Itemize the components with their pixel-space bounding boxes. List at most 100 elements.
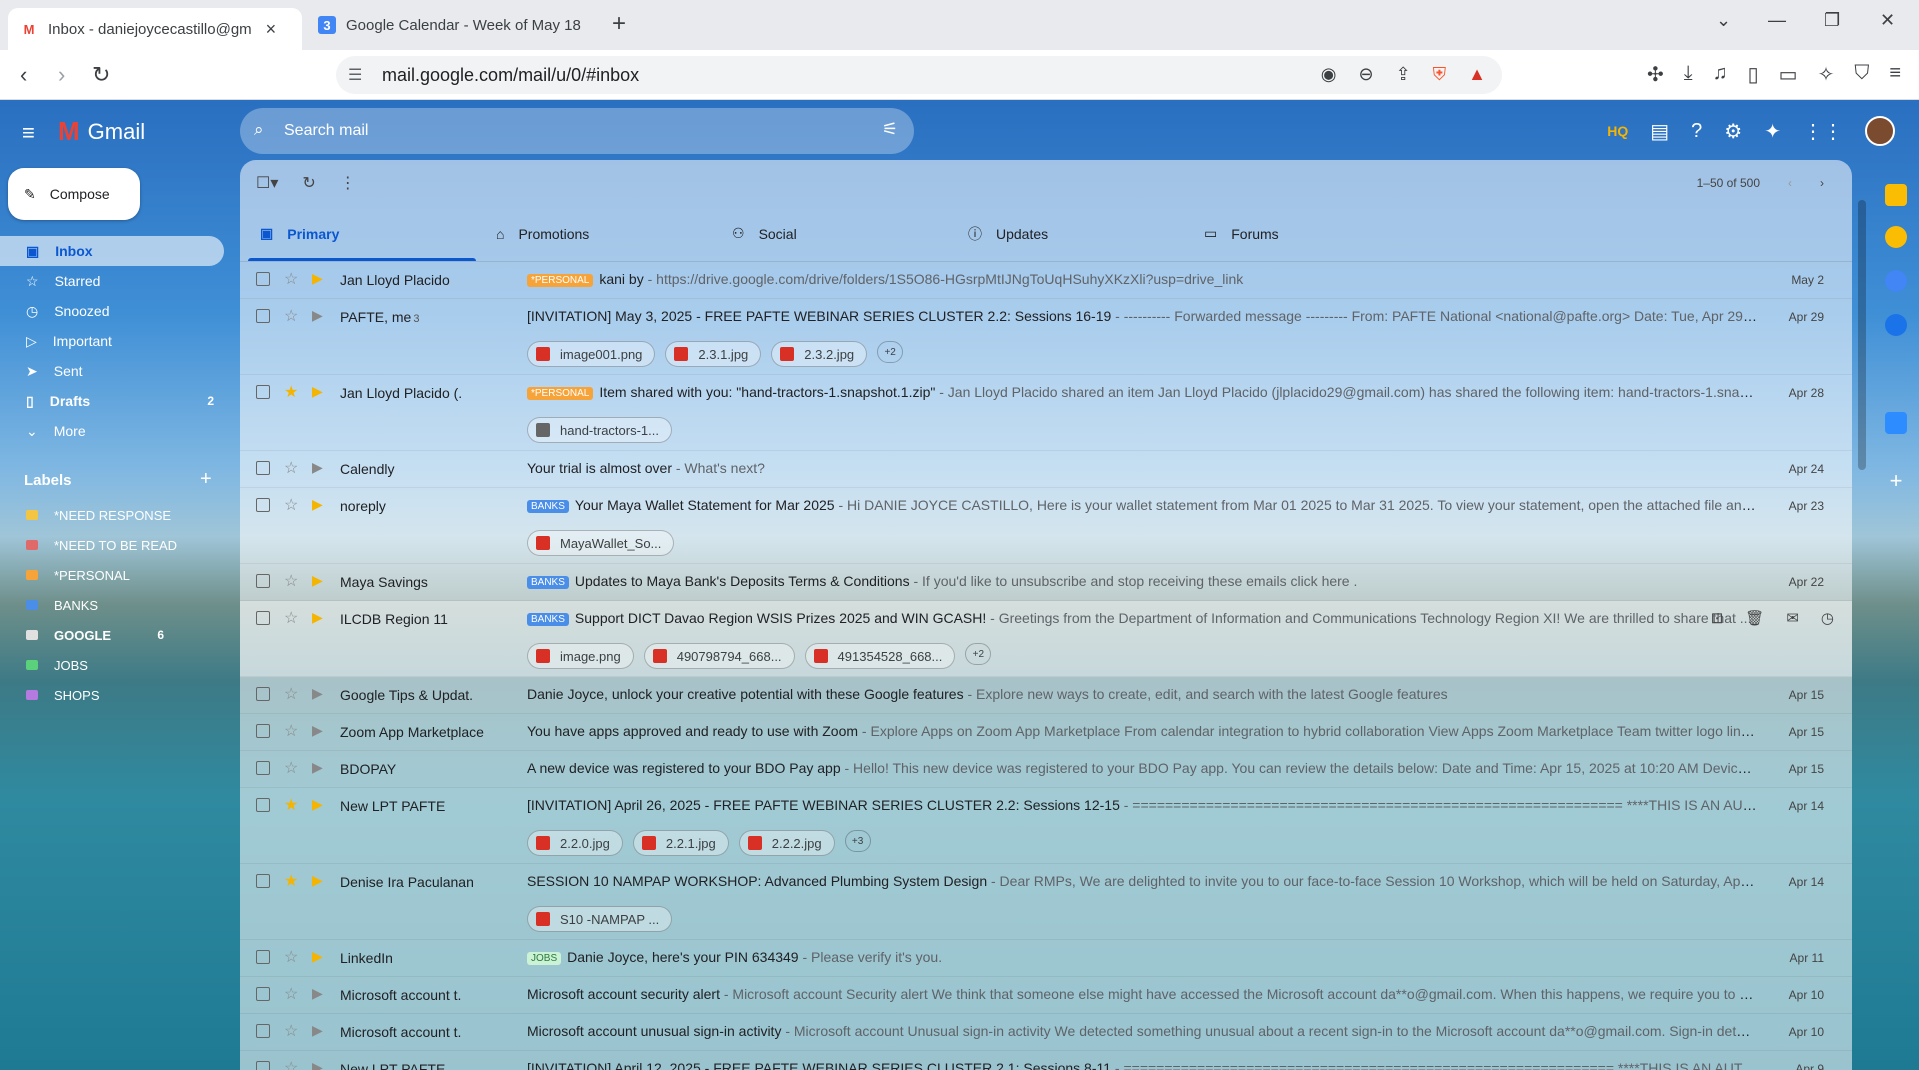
label-chip[interactable]: BANKS: [527, 500, 569, 513]
gemini-icon[interactable]: ✦: [1764, 119, 1781, 144]
back-icon[interactable]: ‹: [20, 62, 27, 88]
star-icon[interactable]: ☆: [284, 1058, 298, 1070]
email-row[interactable]: ☆ ▶ Microsoft account t. Microsoft account …: [240, 1014, 1852, 1051]
minimize-button[interactable]: —: [1768, 10, 1786, 31]
reload-icon[interactable]: ↻: [92, 62, 110, 88]
url-bar[interactable]: ☰ mail.google.com/mail/u/0/#inbox ◉ ⊖ ⇪ …: [336, 56, 1502, 94]
prev-page-icon[interactable]: ‹: [1788, 176, 1792, 190]
brave-shield-icon[interactable]: ⛨: [1433, 64, 1447, 85]
settings-icon[interactable]: ⚙: [1724, 119, 1742, 144]
add-addon-icon[interactable]: +: [1885, 470, 1907, 492]
help-icon[interactable]: ?: [1691, 120, 1702, 143]
nav-drafts[interactable]: ▯ Drafts 2: [0, 386, 224, 416]
star-icon[interactable]: ☆: [284, 684, 298, 704]
row-checkbox[interactable]: [256, 385, 270, 399]
attachment-chip[interactable]: 2.3.1.jpg: [665, 341, 762, 367]
mark-unread-icon[interactable]: ✉: [1786, 609, 1799, 627]
tab-social[interactable]: ⚇ Social: [712, 206, 948, 261]
row-checkbox[interactable]: [256, 724, 270, 738]
important-marker-icon[interactable]: ▶: [312, 270, 323, 287]
label-jobs[interactable]: JOBS: [0, 650, 224, 680]
maximize-button[interactable]: ❐: [1824, 10, 1840, 31]
row-checkbox[interactable]: [256, 987, 270, 1001]
important-marker-icon[interactable]: ▶: [312, 572, 323, 589]
hq-icon[interactable]: HQ: [1607, 123, 1628, 139]
eye-icon[interactable]: ◉: [1321, 64, 1337, 85]
site-info-icon[interactable]: ☰: [348, 65, 362, 85]
nav-snoozed[interactable]: ◷ Snoozed: [0, 296, 224, 326]
row-checkbox[interactable]: [256, 798, 270, 812]
email-row[interactable]: ★ ▶ New LPT PAFTE [INVITATION] April 26, 20…: [240, 788, 1852, 864]
email-row[interactable]: ☆ ▶ New LPT PAFTE [INVITATION] April 12, 20…: [240, 1051, 1852, 1070]
download-icon[interactable]: ⤓: [1684, 62, 1693, 87]
important-marker-icon[interactable]: ▶: [312, 759, 323, 776]
star-icon[interactable]: ★: [284, 871, 298, 891]
scrollbar[interactable]: [1858, 200, 1866, 470]
label-chip[interactable]: BANKS: [527, 613, 569, 626]
tab-updates[interactable]: ⓘ Updates: [948, 206, 1184, 261]
important-marker-icon[interactable]: ▶: [312, 722, 323, 739]
row-checkbox[interactable]: [256, 574, 270, 588]
attachment-chip[interactable]: image.png: [527, 643, 634, 669]
important-marker-icon[interactable]: ▶: [312, 307, 323, 324]
select-all-checkbox[interactable]: ☐▾: [256, 173, 278, 193]
window-close-button[interactable]: ✕: [1880, 10, 1895, 31]
star-icon[interactable]: ★: [284, 795, 298, 815]
attachment-chip[interactable]: MayaWallet_So...: [527, 530, 675, 556]
attachment-chip[interactable]: hand-tractors-1...: [527, 417, 672, 443]
email-row[interactable]: ★ ▶ Denise Ira Paculanan SESSION 10 NAMPAP …: [240, 864, 1852, 940]
important-marker-icon[interactable]: ▶: [312, 609, 323, 626]
nav-sent[interactable]: ➤ Sent: [0, 356, 224, 386]
email-row[interactable]: ☆ ▶ noreply BANKS Your Maya Wallet Statement…: [240, 488, 1852, 564]
menu-icon[interactable]: ≡: [1889, 62, 1901, 87]
forward-icon[interactable]: ›: [58, 62, 65, 88]
star-icon[interactable]: ★: [284, 382, 298, 402]
nav-more[interactable]: ⌄ More: [0, 416, 224, 446]
attachment-chip[interactable]: 2.2.0.jpg: [527, 830, 623, 856]
more-attachments-chip[interactable]: +2: [877, 341, 904, 363]
delete-icon[interactable]: 🗑: [1745, 609, 1764, 627]
label-need-response[interactable]: *NEED RESPONSE: [0, 500, 224, 530]
search-bar[interactable]: ⌕ Search mail ⚟: [240, 108, 914, 154]
important-marker-icon[interactable]: ▶: [312, 1059, 323, 1070]
archive-icon[interactable]: ⊡: [1711, 609, 1724, 627]
tasks-icon[interactable]: [1885, 270, 1907, 292]
row-checkbox[interactable]: [256, 309, 270, 323]
gmail-logo[interactable]: M Gmail: [58, 116, 145, 147]
calendar-addon-icon[interactable]: [1885, 184, 1907, 206]
docs-icon[interactable]: ▤: [1650, 119, 1669, 144]
attachment-chip[interactable]: 2.2.1.jpg: [632, 830, 729, 856]
important-marker-icon[interactable]: ▶: [312, 796, 323, 813]
email-row[interactable]: ☆ ▶ ILCDB Region 11 BANKS Support DICT Davao…: [240, 601, 1852, 677]
zoom-icon[interactable]: ⊖: [1358, 64, 1373, 85]
share-icon[interactable]: ⇪: [1396, 64, 1411, 85]
email-row[interactable]: ☆ ▶ PAFTE, me 3 [INVITATION] May 3, 2025 - F…: [240, 299, 1852, 375]
label-chip[interactable]: JOBS: [527, 952, 562, 965]
row-checkbox[interactable]: [256, 1024, 270, 1038]
leo-icon[interactable]: ✧: [1818, 62, 1835, 87]
sidebar-icon[interactable]: ▯: [1748, 62, 1759, 87]
important-marker-icon[interactable]: ▶: [312, 1022, 323, 1039]
attachment-chip[interactable]: S10 -NAMPAP ...: [527, 906, 673, 932]
label-banks[interactable]: BANKS: [0, 590, 224, 620]
important-marker-icon[interactable]: ▶: [312, 985, 323, 1002]
search-input[interactable]: Search mail: [284, 122, 368, 140]
star-icon[interactable]: ☆: [284, 721, 298, 741]
row-checkbox[interactable]: [256, 687, 270, 701]
nav-starred[interactable]: ☆ Starred: [0, 266, 224, 296]
important-marker-icon[interactable]: ▶: [312, 948, 323, 965]
filter-icon[interactable]: ⚟: [882, 119, 898, 140]
star-icon[interactable]: ☆: [284, 495, 298, 515]
row-checkbox[interactable]: [256, 461, 270, 475]
star-icon[interactable]: ☆: [284, 758, 298, 778]
compose-button[interactable]: ✎ Compose: [8, 168, 140, 220]
important-marker-icon[interactable]: ▶: [312, 685, 323, 702]
refresh-icon[interactable]: ↻: [302, 173, 315, 193]
close-icon[interactable]: ×: [266, 19, 277, 40]
tab-search-icon[interactable]: ⌄: [1716, 10, 1731, 31]
label-personal[interactable]: *PERSONAL: [0, 560, 224, 590]
tab-inbox[interactable]: M Inbox - daniejoycecastillo@gm ×: [8, 8, 302, 50]
email-row[interactable]: ☆ ▶ Maya Savings BANKS Updates to Maya Bank'…: [240, 564, 1852, 601]
tab-forums[interactable]: ▭ Forums: [1184, 206, 1420, 261]
row-checkbox[interactable]: [256, 761, 270, 775]
